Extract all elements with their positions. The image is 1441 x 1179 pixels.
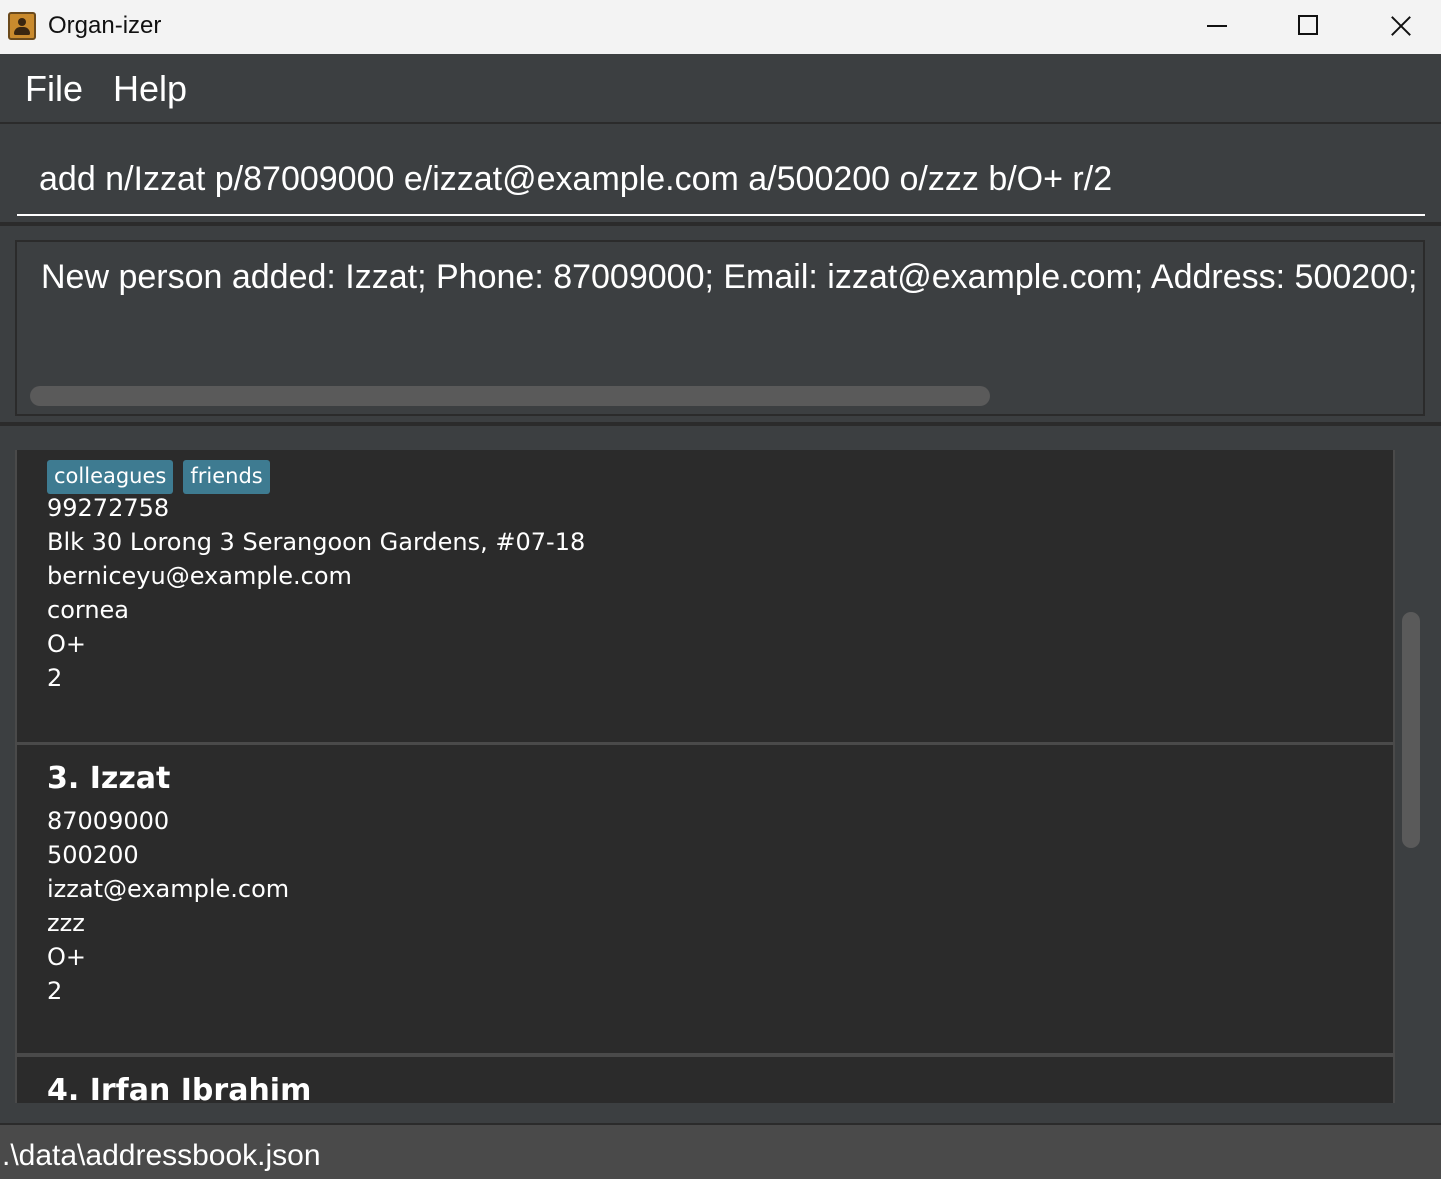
app-icon — [8, 12, 36, 40]
person-priority: 2 — [47, 664, 63, 692]
person-blood-type: O+ — [47, 943, 86, 971]
person-organ: cornea — [47, 596, 130, 624]
maximize-button[interactable] — [1262, 0, 1354, 54]
command-box-area — [0, 126, 1441, 226]
person-list-panel: colleagues friends 99272758 Blk 30 Lorong… — [0, 430, 1441, 1123]
save-location: .\data\addressbook.json — [2, 1139, 321, 1172]
result-text: New person added: Izzat; Phone: 87009000… — [41, 258, 1425, 296]
window-title: Organ-izer — [48, 12, 162, 39]
command-input[interactable] — [17, 144, 1425, 216]
person-phone: 99272758 — [47, 494, 170, 522]
person-phone: 87009000 — [47, 807, 170, 835]
result-display[interactable]: New person added: Izzat; Phone: 87009000… — [15, 240, 1425, 416]
person-address: 500200 — [47, 841, 139, 869]
person-blood-type: O+ — [47, 630, 86, 658]
person-name: 4. Irfan Ibrahim — [47, 1073, 312, 1103]
title-bar: Organ-izer — [0, 0, 1441, 54]
person-card[interactable]: 3. Izzat 87009000 500200 izzat@example.c… — [15, 743, 1395, 1055]
tag: colleagues — [47, 460, 174, 494]
person-card[interactable]: 4. Irfan Ibrahim — [15, 1055, 1395, 1103]
menu-file[interactable]: File — [25, 68, 83, 110]
person-address: Blk 30 Lorong 3 Serangoon Gardens, #07-1… — [47, 528, 586, 556]
status-bar: .\data\addressbook.json — [0, 1123, 1441, 1179]
tag: friends — [183, 460, 270, 494]
person-email: izzat@example.com — [47, 875, 290, 903]
maximize-icon — [1298, 15, 1318, 35]
menu-help[interactable]: Help — [113, 68, 187, 110]
person-list-scroll-thumb[interactable] — [1402, 612, 1420, 848]
menu-bar: File Help — [0, 54, 1441, 124]
minimize-button[interactable] — [1170, 0, 1262, 54]
person-card[interactable]: colleagues friends 99272758 Blk 30 Lorong… — [15, 450, 1395, 744]
person-list[interactable]: colleagues friends 99272758 Blk 30 Lorong… — [15, 450, 1395, 1103]
minimize-icon — [1207, 25, 1227, 27]
result-display-area: New person added: Izzat; Phone: 87009000… — [0, 230, 1441, 426]
person-priority: 2 — [47, 977, 63, 1005]
close-button[interactable] — [1354, 0, 1441, 54]
person-organ: zzz — [47, 909, 85, 937]
tag-list: colleagues friends — [47, 460, 280, 494]
person-email: berniceyu@example.com — [47, 562, 352, 590]
person-name: 3. Izzat — [47, 761, 171, 796]
result-horizontal-scrollbar[interactable] — [30, 386, 990, 406]
